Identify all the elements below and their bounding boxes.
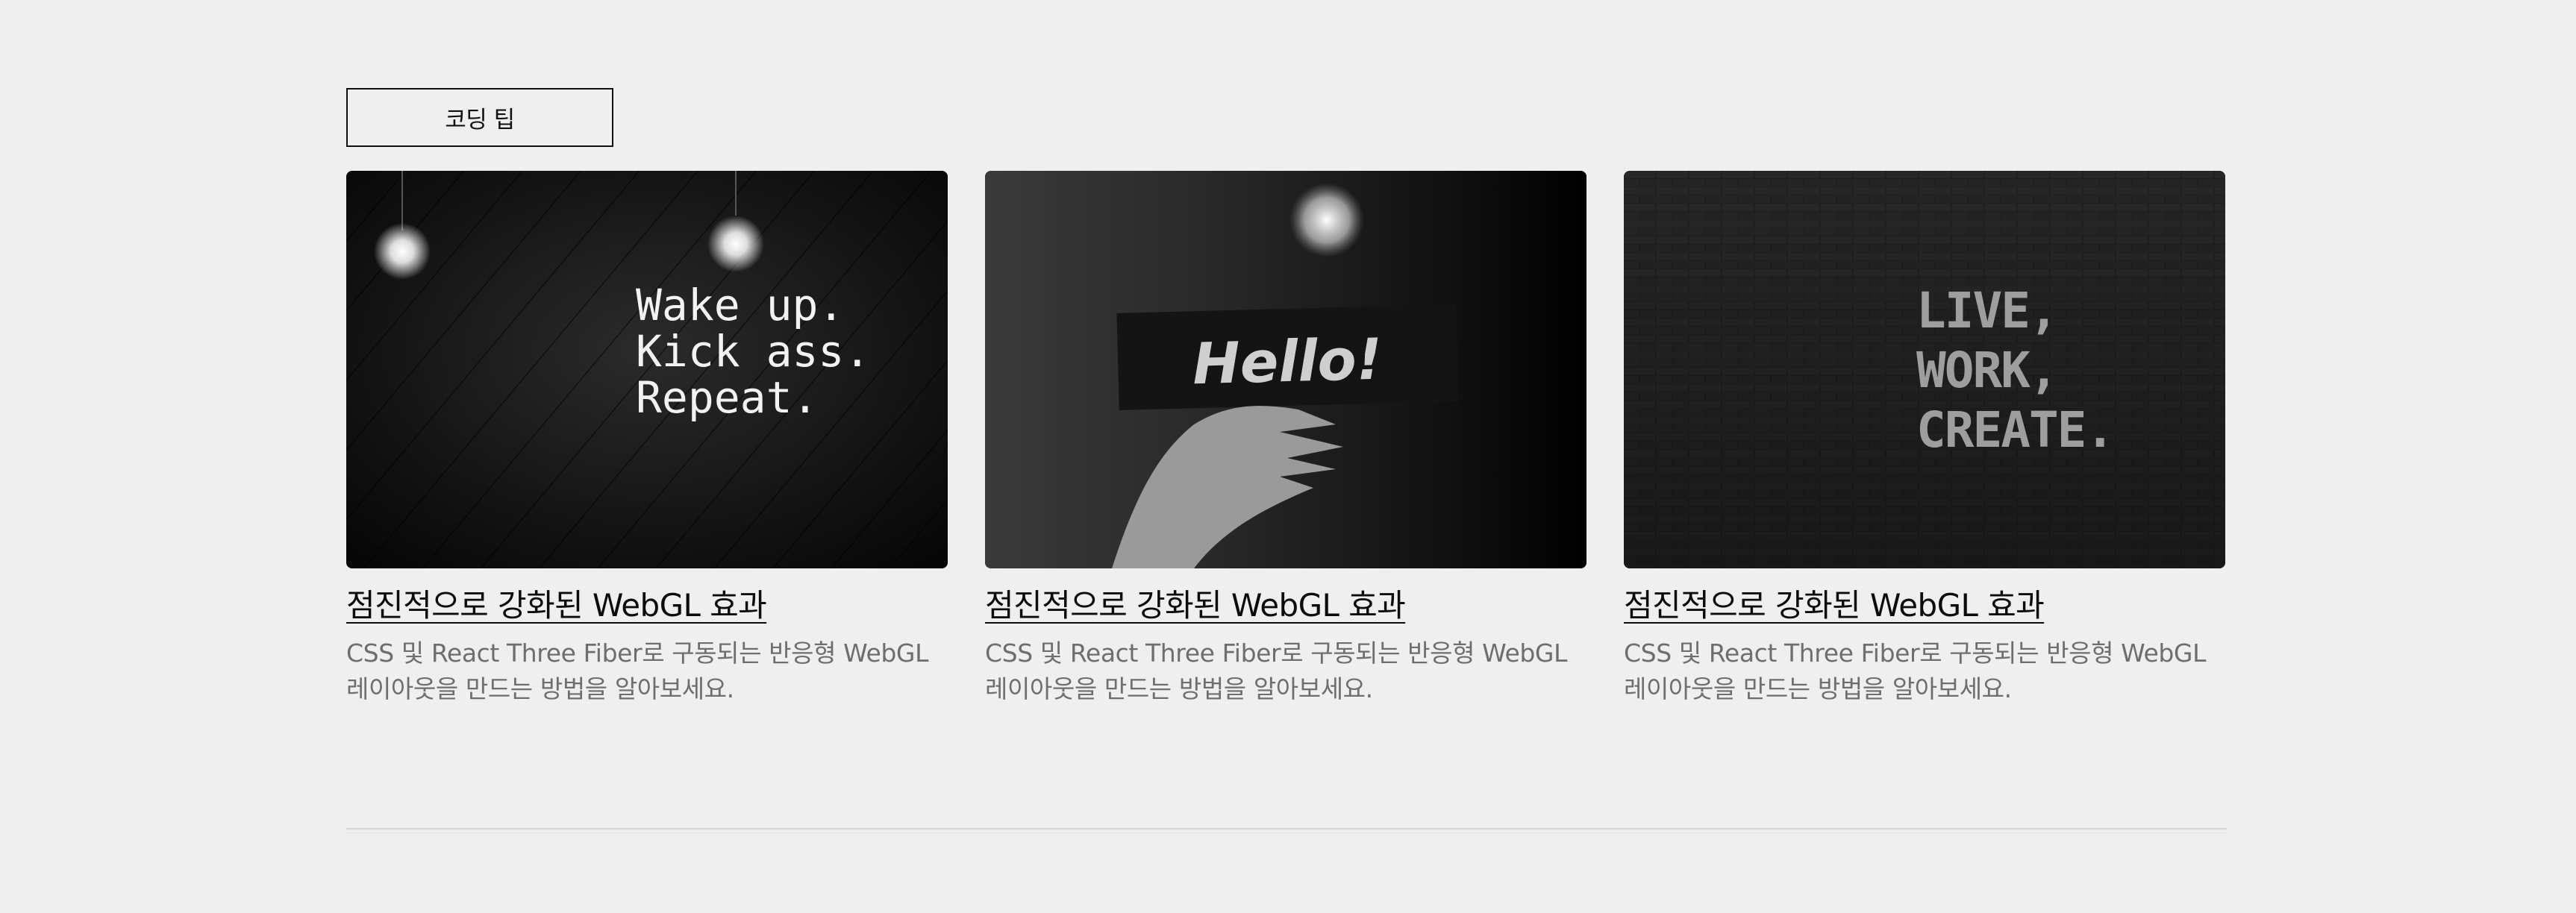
article-card-list: Wake up. Kick ass. Repeat. 점진적으로 강화된 Web… (346, 171, 2227, 707)
section-divider (346, 828, 2227, 833)
article-description: CSS 및 React Three Fiber로 구동되는 반응형 WebGL … (985, 639, 1568, 703)
article-card[interactable]: Hello! 점진적으로 강화된 WebGL 효과 CSS 및 React Th… (985, 171, 1586, 707)
article-thumbnail-live-work-create[interactable]: LIVE, WORK, CREATE. (1624, 171, 2225, 568)
article-thumbnail-neon-sign[interactable]: Wake up. Kick ass. Repeat. (346, 171, 948, 568)
neon-line-2: Kick ass. (636, 326, 870, 377)
article-title-link[interactable]: 점진적으로 강화된 WebGL 효과 (1624, 585, 2225, 627)
neon-line-1: Wake up. (636, 280, 844, 330)
article-description: CSS 및 React Three Fiber로 구동되는 반응형 WebGL … (346, 639, 929, 703)
article-card[interactable]: Wake up. Kick ass. Repeat. 점진적으로 강화된 Web… (346, 171, 948, 707)
hello-sign-text: Hello! (1192, 326, 1383, 398)
article-description: CSS 및 React Three Fiber로 구동되는 반응형 WebGL … (1624, 639, 2207, 703)
category-tag-label: 코딩 팁 (445, 107, 515, 134)
article-title-link[interactable]: 점진적으로 강화된 WebGL 효과 (346, 585, 948, 627)
stencil-line-1: LIVE, (1916, 282, 2057, 339)
stencil-line-3: CREATE. (1916, 401, 2113, 459)
article-thumbnail-hello-sign[interactable]: Hello! (985, 171, 1586, 568)
stencil-line-2: WORK, (1916, 342, 2057, 399)
article-card[interactable]: LIVE, WORK, CREATE. 점진적으로 강화된 WebGL 효과 C… (1624, 171, 2225, 707)
article-title-link[interactable]: 점진적으로 강화된 WebGL 효과 (985, 585, 1586, 627)
category-tag-button[interactable]: 코딩 팁 (346, 88, 613, 147)
coding-tips-section: 코딩 팁 Wake up. Kick ass. Repeat. 점진적으로 강화… (346, 88, 2227, 707)
neon-line-3: Repeat. (636, 372, 818, 423)
